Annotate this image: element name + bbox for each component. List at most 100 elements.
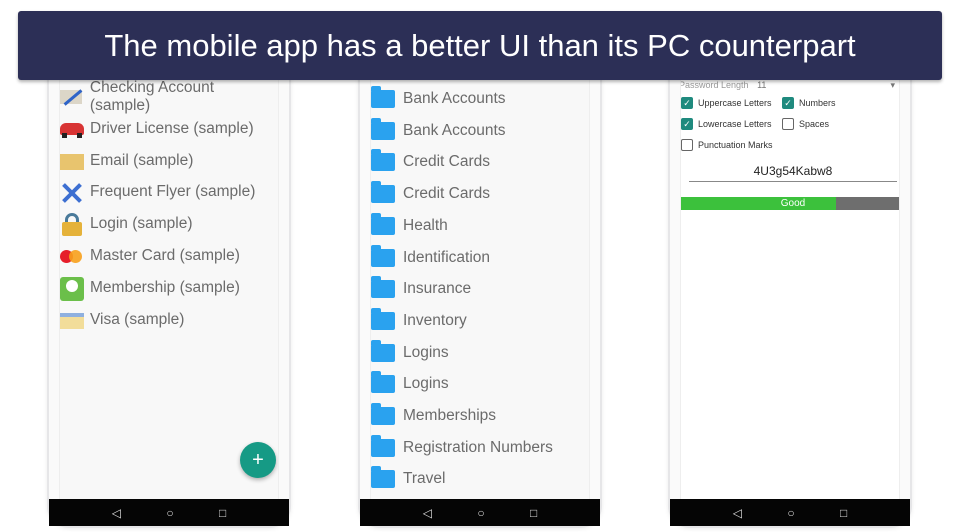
entry-label: Membership (sample) [90, 278, 240, 296]
recents-icon[interactable]: □ [840, 506, 847, 520]
folder-icon [371, 244, 395, 267]
entry-item[interactable]: Login (sample) [60, 210, 193, 238]
recents-icon[interactable]: □ [219, 506, 226, 520]
folder-item[interactable]: Memberships [371, 402, 496, 430]
folder-icon [371, 434, 395, 457]
entry-label: Driver License (sample) [90, 119, 254, 137]
option-checkbox[interactable]: ✓ Uppercase Letters [681, 97, 772, 109]
checkbox-icon [681, 139, 693, 151]
caption-text: The mobile app has a better UI than its … [104, 27, 856, 63]
option-checkbox[interactable]: Punctuation Marks [681, 139, 773, 151]
option-checkbox[interactable]: ✓ Numbers [782, 97, 836, 109]
checkbox-icon: ✓ [681, 118, 693, 130]
entry-item[interactable]: Membership (sample) [60, 274, 240, 302]
plane-icon [60, 181, 84, 204]
folder-label: Bank Accounts [403, 121, 506, 139]
folder-icon [371, 466, 395, 489]
padlock-icon [60, 213, 84, 237]
mastercard-icon [60, 245, 84, 267]
folder-item[interactable]: Travel [371, 465, 446, 493]
entries-screen: Checking Account (sample) Driver License … [59, 42, 279, 512]
phone-generator: Password Length 11 ▾ ✓ Uppercase Letters ✓… [668, 40, 912, 528]
folder-label: Inventory [403, 311, 467, 329]
folder-icon [371, 86, 395, 108]
password-length-row[interactable]: Password Length 11 ▾ [681, 80, 899, 90]
android-navbar: ◁ ○ □ [360, 499, 600, 526]
golf-icon [60, 276, 84, 301]
folder-label: Credit Cards [403, 185, 490, 203]
folder-icon [371, 403, 395, 425]
generated-password-field[interactable]: 4U3g54Kabw8 [689, 164, 897, 182]
entry-item[interactable]: Frequent Flyer (sample) [60, 178, 255, 206]
checkbox-icon: ✓ [681, 97, 693, 109]
folder-item[interactable]: Logins [371, 370, 449, 398]
folder-label: Insurance [403, 280, 472, 298]
generator-screen: Password Length 11 ▾ ✓ Uppercase Letters ✓… [680, 42, 900, 512]
checkbox-icon [782, 118, 794, 130]
entry-label: Email (sample) [90, 151, 194, 169]
folder-label: Identification [403, 248, 491, 266]
folder-label: Bank Accounts [403, 90, 506, 107]
folder-item[interactable]: Credit Cards [371, 180, 490, 208]
android-navbar: ◁ ○ □ [670, 499, 910, 526]
folder-item[interactable]: Health [371, 212, 448, 240]
checkbox-icon: ✓ [782, 97, 794, 109]
folder-item[interactable]: Identification [371, 244, 490, 272]
folder-icon [371, 212, 395, 235]
folder-icon [371, 339, 395, 362]
folder-item[interactable]: Bank Accounts [371, 85, 506, 113]
entry-label: Visa (sample) [90, 310, 185, 328]
android-navbar: ◁ ○ □ [49, 499, 289, 526]
strength-bar: Good [681, 197, 899, 210]
back-icon[interactable]: ◁ [423, 506, 432, 520]
folder-item[interactable]: Bank Accounts [371, 117, 506, 145]
folder-label: Credit Cards [403, 153, 490, 171]
option-label: Uppercase Letters [698, 98, 772, 108]
folder-label: Registration Numbers [403, 438, 553, 456]
option-checkbox[interactable]: Spaces [782, 118, 829, 130]
option-checkbox[interactable]: ✓ Lowercase Letters [681, 118, 772, 130]
folder-label: Logins [403, 343, 449, 361]
entry-label: Frequent Flyer (sample) [90, 183, 256, 201]
folder-item[interactable]: Insurance [371, 275, 471, 303]
entry-label: Master Card (sample) [90, 247, 240, 264]
entry-item[interactable]: Checking Account (sample) [60, 79, 278, 114]
dropdown-arrow-icon: ▾ [890, 80, 895, 90]
folders-screen: Bank Accounts Bank Accounts Credit Cards Cr… [370, 42, 590, 512]
entry-item[interactable]: Driver License (sample) [60, 115, 254, 143]
pen-icon [60, 86, 84, 108]
folder-item[interactable]: Registration Numbers [371, 434, 553, 462]
option-label: Lowercase Letters [698, 119, 772, 129]
folder-icon [371, 149, 395, 172]
caption-banner: The mobile app has a better UI than its … [18, 11, 942, 80]
card-icon [60, 309, 84, 331]
strength-label: Good [780, 198, 806, 209]
entry-label: Login (sample) [90, 215, 193, 233]
folder-item[interactable]: Inventory [371, 307, 467, 335]
folder-icon [371, 307, 395, 330]
option-label: Punctuation Marks [698, 140, 773, 150]
option-label: Spaces [799, 119, 830, 129]
back-icon[interactable]: ◁ [733, 506, 742, 520]
car-icon [60, 118, 84, 140]
entry-item[interactable]: Master Card (sample) [60, 242, 240, 270]
add-entry-button[interactable]: + [240, 442, 276, 478]
entry-item[interactable]: Visa (sample) [60, 306, 184, 334]
option-label: Numbers [799, 98, 836, 108]
folder-icon [371, 117, 395, 140]
home-icon[interactable]: ○ [787, 506, 794, 520]
entry-label: Checking Account (sample) [89, 79, 214, 114]
entry-item[interactable]: Email (sample) [60, 147, 193, 175]
home-icon[interactable]: ○ [477, 506, 484, 520]
folder-icon [371, 371, 395, 394]
home-icon[interactable]: ○ [166, 506, 173, 520]
phone-entries: Checking Account (sample) Driver License … [47, 40, 291, 528]
folder-icon [371, 276, 395, 299]
recents-icon[interactable]: □ [530, 506, 537, 520]
folder-label: Travel [403, 470, 446, 488]
folder-label: Logins [403, 375, 449, 393]
folder-item[interactable]: Logins [371, 339, 449, 367]
envelope-icon [60, 150, 84, 172]
back-icon[interactable]: ◁ [112, 506, 121, 520]
folder-item[interactable]: Credit Cards [371, 148, 490, 176]
